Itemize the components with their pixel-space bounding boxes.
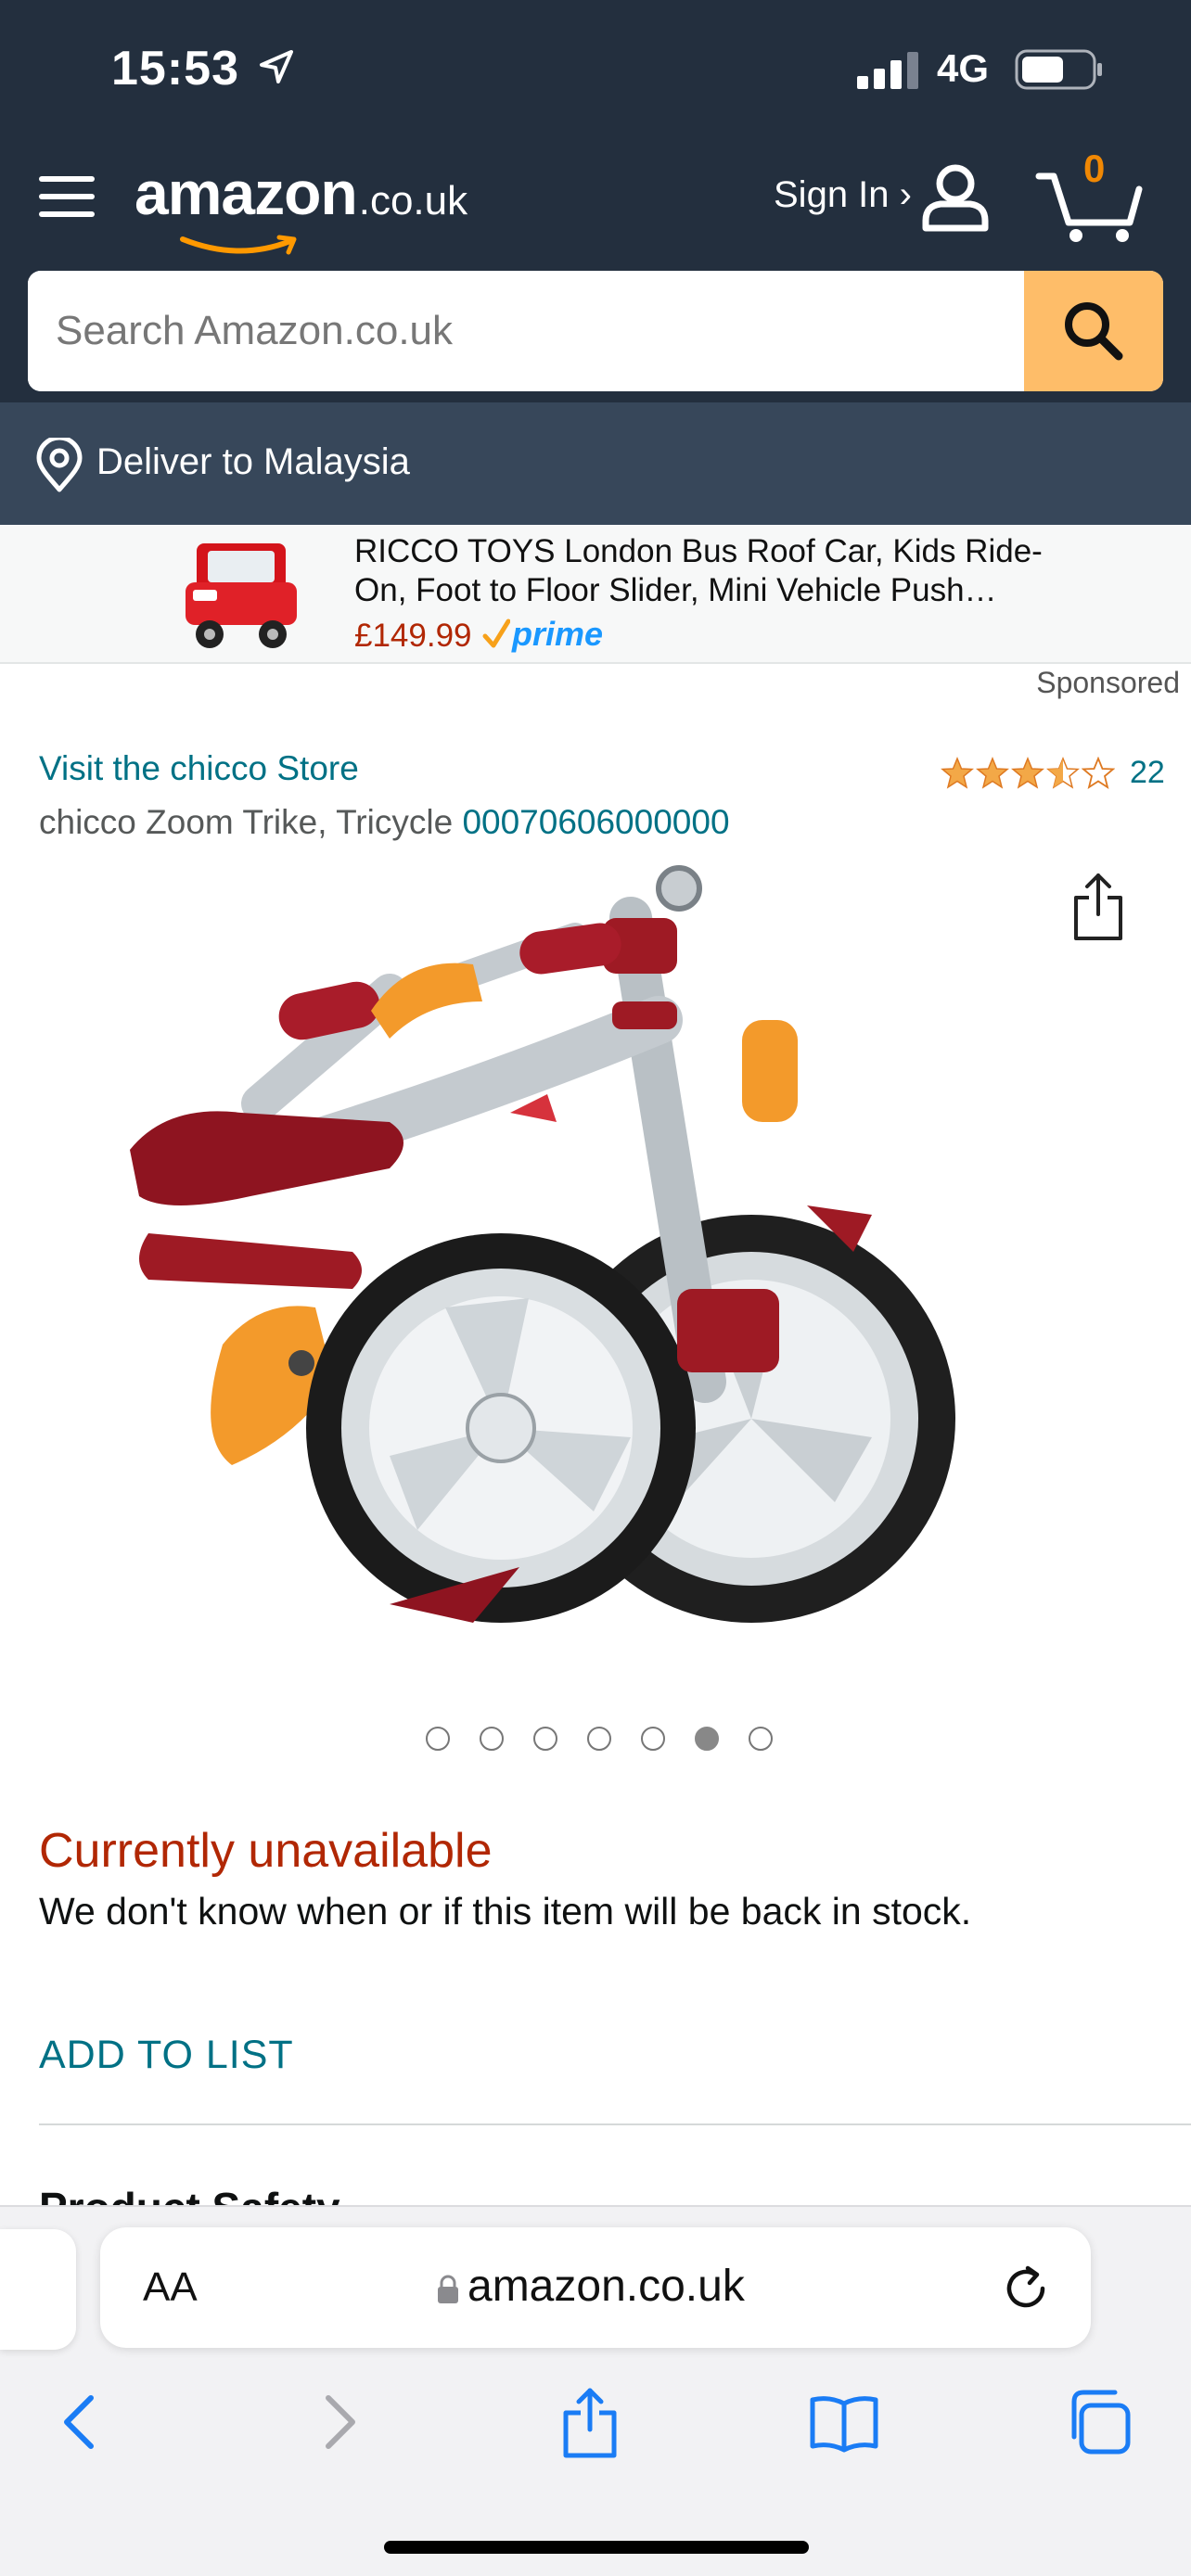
home-indicator[interactable] [384, 2541, 809, 2554]
location-pin-icon [36, 438, 83, 492]
product-name: chicco Zoom Trike, Tricycle [39, 803, 463, 841]
star-rating [941, 756, 1117, 790]
tabs-icon[interactable] [1061, 2385, 1135, 2459]
bookmarks-icon[interactable] [807, 2385, 881, 2459]
pager-dot[interactable] [480, 1727, 504, 1751]
deliver-to-text: Deliver to Malaysia [96, 441, 410, 482]
pager-dot[interactable] [749, 1727, 773, 1751]
star-full-icon [976, 756, 1009, 789]
sign-in-link[interactable]: Sign In › [774, 174, 912, 216]
smile-arrow-icon [180, 235, 297, 255]
share-sheet-icon[interactable] [553, 2385, 627, 2459]
browser-toolbar: AA amazon.co.uk [0, 2205, 1191, 2576]
search-icon [1065, 302, 1123, 361]
reload-icon[interactable] [1000, 2263, 1052, 2315]
prime-check-icon [482, 618, 510, 648]
section-divider [39, 2123, 1191, 2125]
add-to-list-button[interactable]: ADD TO LIST [39, 2033, 294, 2078]
signal-icon [857, 52, 918, 89]
star-half-icon [1046, 756, 1080, 789]
rating-summary[interactable]: 22 [941, 755, 1165, 791]
ad-price: £149.99 [354, 618, 472, 654]
tricycle-product-image[interactable] [111, 862, 1095, 1678]
menu-icon[interactable] [37, 167, 96, 226]
availability-status: Currently unavailable [39, 1824, 493, 1878]
ad-title: RICCO TOYS London Bus Roof Car, Kids Rid… [354, 533, 1043, 608]
product-title: chicco Zoom Trike, Tricycle 000706060000… [39, 803, 730, 842]
text-size-button[interactable]: AA [143, 2264, 198, 2311]
search-button[interactable] [1024, 271, 1163, 391]
site-header: amazon.co.uk Sign In › 0 [0, 130, 1191, 402]
cart-count: 0 [1083, 147, 1106, 190]
deliver-to-bar[interactable]: Deliver to Malaysia [0, 402, 1191, 525]
network-type: 4G [937, 46, 990, 90]
back-arrow-icon[interactable] [43, 2385, 117, 2459]
rating-count: 22 [1130, 755, 1165, 790]
pager-dot[interactable] [587, 1727, 611, 1751]
ride-on-car-image [186, 543, 297, 648]
prime-badge: prime [482, 614, 603, 655]
url-text: amazon.co.uk [467, 2262, 745, 2311]
location-arrow-icon [260, 50, 293, 83]
prime-label: prime [512, 615, 604, 653]
star-full-icon [1011, 756, 1044, 789]
amazon-logo[interactable]: amazon.co.uk [134, 158, 468, 255]
image-pager[interactable] [0, 1727, 1191, 1754]
forward-arrow-icon[interactable] [302, 2385, 377, 2459]
store-link[interactable]: Visit the chicco Store [39, 749, 359, 788]
sponsored-ad-banner[interactable]: RICCO TOYS London Bus Roof Car, Kids Rid… [0, 525, 1191, 664]
sponsored-label: Sponsored [1036, 666, 1180, 699]
status-time: 15:53 [111, 42, 239, 96]
battery-icon [1015, 49, 1102, 90]
pager-dot[interactable] [641, 1727, 665, 1751]
star-empty-icon [1082, 756, 1115, 789]
lock-icon [438, 2275, 458, 2303]
status-bar: 15:53 4G [0, 0, 1191, 130]
star-full-icon [941, 756, 974, 789]
pager-dot-active[interactable] [695, 1727, 719, 1751]
user-icon[interactable] [918, 159, 992, 234]
address-bar[interactable]: AA amazon.co.uk [100, 2227, 1091, 2348]
pager-dot[interactable] [426, 1727, 450, 1751]
search-bar [28, 271, 1163, 391]
availability-note: We don't know when or if this item will … [39, 1890, 972, 1932]
logo-tld: .co.uk [358, 178, 468, 223]
previous-tab-preview[interactable] [0, 2229, 76, 2350]
search-input[interactable] [28, 271, 1024, 391]
pager-dot[interactable] [533, 1727, 557, 1751]
product-asin-link[interactable]: 00070606000000 [462, 803, 729, 841]
logo-word: amazon [134, 159, 358, 227]
